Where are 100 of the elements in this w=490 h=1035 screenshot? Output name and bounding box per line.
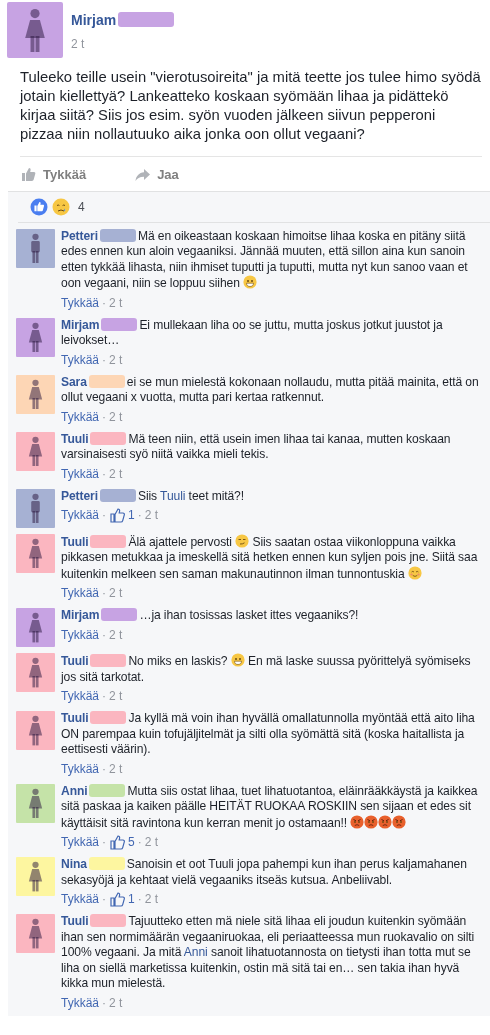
like-link[interactable]: Tykkää [61,687,99,705]
author-name[interactable]: Petteri [61,228,98,243]
author-name[interactable]: Tuuli [61,914,89,928]
separator-dot: · [137,891,142,908]
separator-dot: · [102,507,106,524]
like-link[interactable]: Tykkää [61,993,99,1012]
comment-time: 2 t [144,834,159,851]
separator-dot: · [102,465,106,483]
thumbs-up-icon [109,834,125,850]
angry-emoji-icon [378,814,393,829]
redaction-bar [99,488,136,502]
redaction-bar [90,534,127,548]
separator-dot: · [102,994,106,1012]
author-name[interactable]: Tuuli [61,431,89,446]
separator-dot: · [102,834,106,851]
comment-text: Petteri Siis Tuuli teet mitä?! [61,488,245,504]
comment-text: Tuuli Ja kyllä mä voin ihan hyvällä omallatunnolla myöntää että aito liha ON parempaa kuin tofujäljitelmät ja silti olla syömättä sitä (koska haitallista ja eettisesti väärin). [61,711,476,758]
redaction-bar [118,12,175,27]
author-name[interactable]: Mirjam [71,10,117,31]
like-link[interactable]: Tykkää [61,350,99,369]
comment-text: Mirjam …ja ihan tosissas lasket ittes vegaaniks?! [61,608,360,624]
redaction-bar [90,914,127,927]
redaction-bar [88,857,125,870]
like-link[interactable]: Tykkää [61,759,99,778]
comment-text: Tuuli Tajuutteko etten mä niele sitä lihaa eli joudun kuitenkin syömään ihan sen normimäärän vegaaniruokaa, eli periaatteessa mun ruokavalio on silti 100% vegaani. Ja mitä Anni sanoit lihatuotannosta on tietysti ihan totta mut se liha on siellä marketissa kuitenkin, ostin mä sitä tai en… sen takia ihan hyvä kikka mun mielestä. [61,914,476,992]
comment-time: 2 t [109,994,123,1012]
author-name[interactable]: Nina [61,857,87,871]
reaction-count: 4 [78,198,85,216]
redaction-bar [101,317,138,331]
separator-dot: · [102,891,106,908]
author-name[interactable]: Mirjam [61,317,100,332]
comment-time: 2 t [109,688,123,705]
like-link[interactable]: Tykkää [61,407,99,426]
comment-text: Nina Sanoisin et oot Tuuli jopa pahempi kun ihan perus kaljamahanen sekasyöjä ja kehtaat vielä vegaaniks itseäs kutsua. Anbeliivabl. [61,857,468,888]
angry-emoji-icon [392,814,407,829]
like-link[interactable]: Tykkää [61,506,99,524]
comment-time: 2 t [109,465,123,483]
like-link[interactable]: Tykkää [61,293,99,312]
person-icon [26,657,45,688]
person-icon [26,715,45,746]
thumbs-up-icon [20,166,37,184]
like-count: 5 [128,834,135,851]
comment-text: Petteri Mä en oikeastaan koskaan himoitse lihaa koska en pitäny siitä edes ennen kun aloin vegaaniksi. Jännää muuten, että sillon aina kun sanoin etten tykkää lihasta, niin ihmiset tuputti ja tuputti, mutta nyt kun sanoo vaan et oon vegaani, niin se loppuu siihen [61,228,469,292]
comment-text: Mirjam Ei mullekaan liha oo se juttu, mutta joskus jotkut juustot ja leivokset… [61,317,444,349]
comment-text: Tuuli Älä ajattele pervosti Siis saatan ostaa viikonloppuna vaikka pikkasen metukkaa ja imeskellä sitä hetken ennen kun syljen pois jne. Siitä saa kuitenkin melkeen sen saman makunautinnon ilman tunnontuskia [61,533,479,582]
like-link[interactable]: Tykkää [61,890,99,908]
comment-time: 2 t [109,408,123,426]
comment-text: Tuuli No miks en laskis? En mä laske suussa pyörittelyä syömiseks jos sitä tarkotat. [61,653,472,685]
comment-time: 2 t [109,294,123,312]
person-icon [26,612,45,643]
redaction-bar [101,608,138,621]
redaction-bar [99,228,136,242]
mention-link[interactable]: Tuuli [160,488,186,503]
thumbs-up-icon [109,891,125,907]
comment-text: Sara ei se mun mielestä kokonaan nollaudu, mutta pitää mainita, että on ollut vegaani x vuotta, mutta pari kertaa ratkennut. [61,374,480,406]
person-icon [26,861,45,892]
author-name[interactable]: Sara [61,374,87,389]
redaction-bar [90,654,127,667]
person-icon [26,537,45,569]
like-count: 1 [128,507,135,524]
like-button[interactable]: Tykkää [20,165,87,185]
like-link[interactable]: Tykkää [61,833,99,851]
comment-time: 2 t [109,585,123,602]
redaction-bar [88,374,125,388]
separator-dot: · [102,760,106,778]
smirk-emoji-icon [235,533,250,548]
like-link[interactable]: Tykkää [61,584,99,602]
redaction-bar [90,711,127,724]
like-reaction-icon [30,197,48,216]
like-link[interactable]: Tykkää [61,464,99,483]
comment-text: Tuuli Mä teen niin, että usein imen lihaa tai kanaa, mutten koskaan varsinaisesti syö niitä vaikka mieli tekis. [61,431,452,463]
author-name[interactable]: Anni [61,783,88,798]
share-button[interactable]: Jaa [134,165,179,185]
separator-dot: · [102,585,106,602]
comment-time: 2 t [109,760,123,778]
like-link[interactable]: Tykkää [61,625,99,644]
post-text: Tuleeko teille usein "vierotusoireita" ja mitä teette jos tulee himo syödä jotain kiellettyä? Lankeatteko koskaan syömään lihaa ja pidättekö kirjaa siitä? Siis jos esim. syön vuoden jälkeen siivun pepperoni pizzaa niin nollautuuko aika jonka oon ollut vegaani? [20,68,482,144]
person-icon [26,378,45,410]
separator-dot: · [102,408,106,426]
author-name[interactable]: Tuuli [61,654,89,668]
separator-dot: · [137,507,142,524]
author-name[interactable]: Tuuli [61,534,89,549]
person-icon [26,918,45,949]
author-name[interactable]: Tuuli [61,711,89,725]
author-name[interactable]: Mirjam [61,608,100,622]
blush-emoji-icon [407,565,422,580]
comment-text: Anni Mutta siis ostat lihaa, tuet lihatuotantoa, eläinrääkkäystä ja kaikkea sitä paskaa ja kaiken päälle HEITÄT RUOKAA ROSKIIN sen sijaan et edes sit käyttäisit sitä ravintona kun kerran menit jo ostamaan!! [61,783,479,831]
angry-emoji-icon [364,814,379,829]
mention-link[interactable]: Anni [183,945,208,959]
separator-dot: · [137,834,142,851]
redaction-bar [89,783,126,797]
angry-emoji-icon [350,814,365,829]
separator-dot: · [102,688,106,705]
like-count: 1 [128,891,135,908]
separator-dot: · [102,351,106,369]
author-name[interactable]: Petteri [61,488,98,503]
person-icon [26,787,45,819]
sad-reaction-icon [52,197,70,216]
grin-emoji-icon [230,653,245,667]
redaction-bar [90,431,127,445]
